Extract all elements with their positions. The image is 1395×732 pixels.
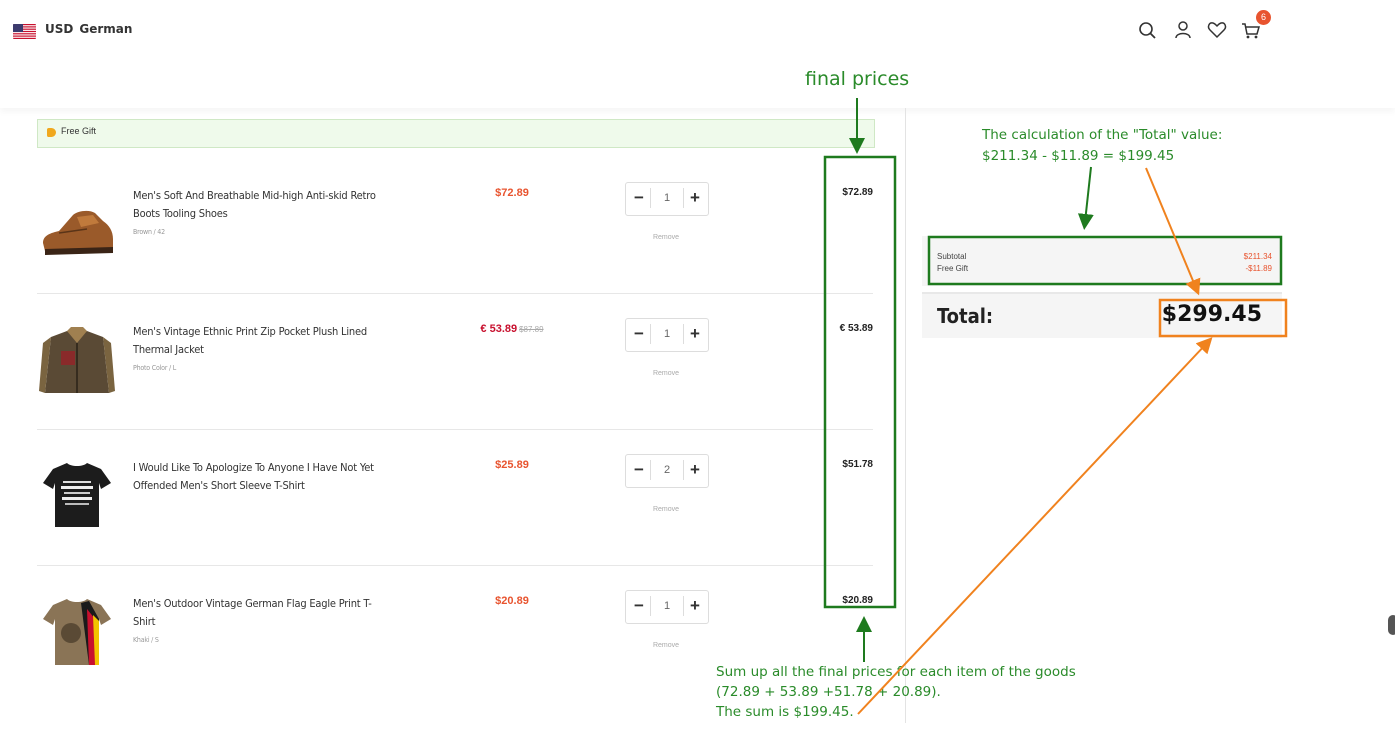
unit-price-value: € 53.89 <box>480 323 518 335</box>
increase-quantity-button[interactable]: + <box>684 595 706 617</box>
product-variant: Photo Color / L <box>133 364 177 372</box>
product-title[interactable]: Men's Soft And Breathable Mid-high Anti-… <box>133 189 376 220</box>
product-name[interactable]: Men's Vintage Ethnic Print Zip Pocket Pl… <box>133 323 393 373</box>
quantity-value[interactable]: 1 <box>650 324 684 344</box>
unit-price-value: $25.89 <box>495 459 529 471</box>
calc-line-2: $211.34 - $11.89 = $199.45 <box>982 148 1175 164</box>
sum-line-3: The sum is $199.45. <box>716 704 854 720</box>
free-gift-discount-label: Free Gift <box>937 264 969 273</box>
remove-link[interactable]: Remove <box>647 234 685 241</box>
product-title[interactable]: Men's Vintage Ethnic Print Zip Pocket Pl… <box>133 325 367 356</box>
product-name[interactable]: I Would Like To Apologize To Anyone I Ha… <box>133 459 393 495</box>
subtotal-label: Subtotal <box>937 252 967 261</box>
currency-language-selector[interactable]: USD German <box>45 22 138 36</box>
calc-arrow <box>1077 166 1094 230</box>
product-variant: Brown / 42 <box>133 228 165 236</box>
currency-label[interactable]: USD <box>45 22 73 36</box>
decrease-quantity-button[interactable]: − <box>628 187 650 209</box>
decrease-quantity-button[interactable]: − <box>628 459 650 481</box>
final-price: $20.89 <box>842 595 873 606</box>
cart-item-row: I Would Like To Apologize To Anyone I Ha… <box>37 431 873 566</box>
top-header: USD German 6 <box>0 0 1395 67</box>
quantity-stepper: − 1 + <box>625 182 709 216</box>
quantity-stepper: − 2 + <box>625 454 709 488</box>
decrease-quantity-button[interactable]: − <box>628 595 650 617</box>
unit-price: $25.89 <box>467 459 557 471</box>
unit-price-value: $20.89 <box>495 595 529 607</box>
total-value: $299.45 <box>1161 302 1262 327</box>
row-divider <box>37 293 873 294</box>
scrollbar-thumb[interactable] <box>1388 615 1395 635</box>
boots-product-image[interactable] <box>37 177 117 267</box>
sum-to-total-arrow <box>857 337 1213 715</box>
total-row: Total: $299.45 <box>922 292 1282 338</box>
final-price: $72.89 <box>842 187 873 198</box>
search-icon[interactable] <box>1137 19 1159 41</box>
final-prices-annotation: final prices <box>805 68 910 90</box>
sum-line-1: Sum up all the final prices for each ite… <box>716 664 1076 680</box>
quantity-value[interactable]: 1 <box>650 188 684 208</box>
final-price: € 53.89 <box>839 323 873 334</box>
quantity-value[interactable]: 2 <box>650 460 684 480</box>
increase-quantity-button[interactable]: + <box>684 459 706 481</box>
product-title[interactable]: Men's Outdoor Vintage German Flag Eagle … <box>133 597 372 628</box>
unit-price: $20.89 <box>467 595 557 607</box>
final-price: $51.78 <box>842 459 873 470</box>
cart-item-row: Men's Soft And Breathable Mid-high Anti-… <box>37 159 873 294</box>
quantity-stepper: − 1 + <box>625 318 709 352</box>
product-name[interactable]: Men's Outdoor Vintage German Flag Eagle … <box>133 595 393 645</box>
remove-link[interactable]: Remove <box>647 506 685 513</box>
cart-item-row: Men's Vintage Ethnic Print Zip Pocket Pl… <box>37 295 873 430</box>
user-icon[interactable] <box>1172 19 1194 41</box>
free-gift-label: Free Gift <box>61 126 97 136</box>
unit-price-value: $72.89 <box>495 187 529 199</box>
column-divider <box>905 108 906 723</box>
tag-icon <box>47 128 56 137</box>
sum-line-2: (72.89 + 53.89 +51.78 + 20.89). <box>716 684 941 700</box>
increase-quantity-button[interactable]: + <box>684 323 706 345</box>
quantity-stepper: − 1 + <box>625 590 709 624</box>
remove-link[interactable]: Remove <box>647 370 685 377</box>
product-variant: Khaki / S <box>133 636 159 644</box>
product-name[interactable]: Men's Soft And Breathable Mid-high Anti-… <box>133 187 393 237</box>
order-summary: Subtotal $211.34 Free Gift -$11.89 <box>922 236 1282 286</box>
unit-price: $72.89 <box>467 187 557 199</box>
sum-annotation: Sum up all the final prices for each ite… <box>716 662 1076 722</box>
tshirt-product-image[interactable] <box>37 449 117 539</box>
sub-header <box>0 66 1395 108</box>
total-calculation-annotation: The calculation of the "Total" value: $2… <box>982 125 1222 167</box>
us-flag-icon[interactable] <box>13 24 36 39</box>
unit-price: € 53.89 $87.89 <box>467 323 557 335</box>
free-gift-discount-value: -$11.89 <box>1245 264 1272 273</box>
heart-icon[interactable] <box>1206 19 1228 41</box>
product-title[interactable]: I Would Like To Apologize To Anyone I Ha… <box>133 461 374 492</box>
row-divider <box>37 429 873 430</box>
calc-line-1: The calculation of the "Total" value: <box>982 127 1223 143</box>
increase-quantity-button[interactable]: + <box>684 187 706 209</box>
quantity-value[interactable]: 1 <box>650 596 684 616</box>
original-price: $87.89 <box>519 325 544 334</box>
remove-link[interactable]: Remove <box>647 642 685 649</box>
free-gift-bar: Free Gift <box>37 119 875 148</box>
language-label[interactable]: German <box>79 22 132 36</box>
flag-tshirt-product-image[interactable] <box>37 585 117 675</box>
subtotal-value: $211.34 <box>1243 252 1272 261</box>
row-divider <box>37 565 873 566</box>
jacket-product-image[interactable] <box>37 313 117 403</box>
decrease-quantity-button[interactable]: − <box>628 323 650 345</box>
cart-count-badge: 6 <box>1256 10 1271 25</box>
total-label: Total: <box>937 304 994 328</box>
